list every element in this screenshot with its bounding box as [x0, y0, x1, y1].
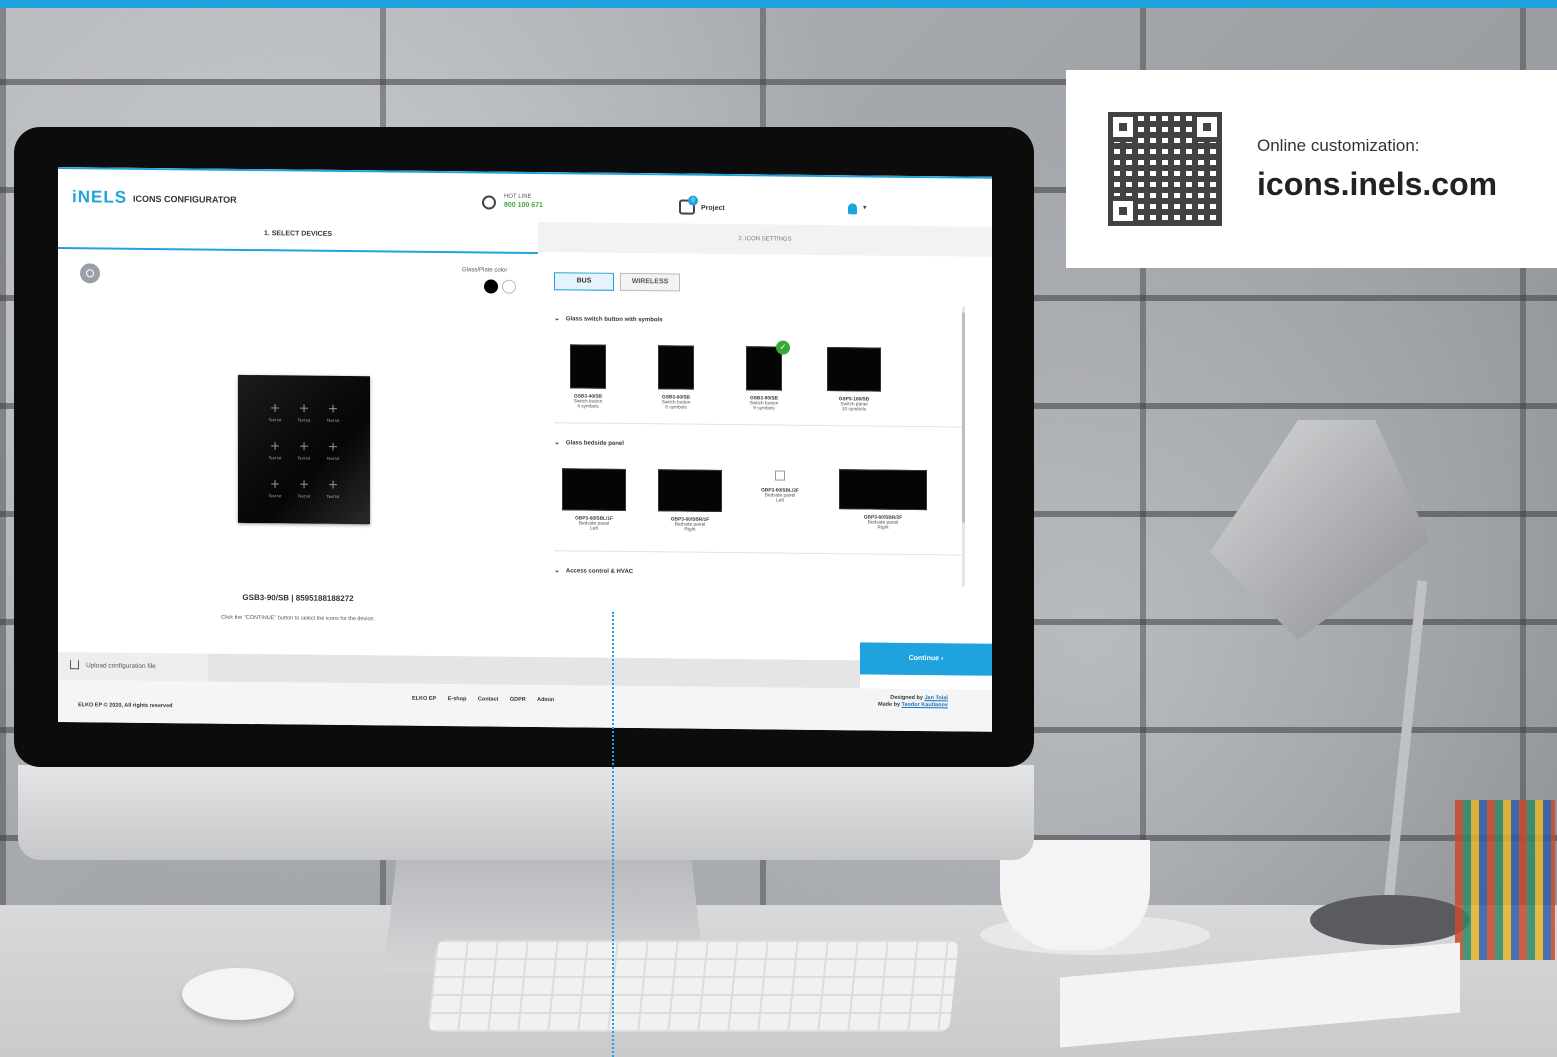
preview-cell[interactable]: + Text txt — [293, 477, 315, 499]
tab-icon-settings[interactable]: 2. ICON SETTINGS — [538, 222, 992, 257]
glass-color-label: Glass/Plate color — [462, 267, 508, 274]
color-swatch-black[interactable] — [484, 279, 498, 294]
continue-button[interactable]: Continue › — [860, 642, 992, 676]
copyright-text: ELKO EP © 2020, All rights reserved — [78, 702, 173, 710]
preview-cell[interactable]: + Text txt — [264, 400, 286, 423]
hotline-number[interactable]: 800 100 671 — [504, 202, 543, 209]
selected-device-id: GSB3-90/SB | 8595188188272 — [242, 592, 354, 604]
device-catalog-panel: BUS WIRELESS ⌄ Glass switch button with s… — [544, 258, 984, 653]
upload-config-button[interactable]: Upload configuration file — [58, 652, 208, 682]
device-card[interactable]: GSP3-100/SB Switch panel 10 symbols — [814, 347, 894, 413]
preview-cell[interactable]: + Text txt — [293, 401, 315, 423]
footer-link-eshop[interactable]: E-shop — [448, 696, 467, 702]
section-divider — [554, 550, 964, 556]
project-label[interactable]: Project — [701, 205, 725, 212]
device-image — [570, 344, 606, 389]
chevron-down-icon[interactable]: ▾ — [863, 203, 867, 211]
footer-link-elko[interactable]: ELKO EP — [412, 696, 436, 702]
project-count-badge: 0 — [688, 195, 698, 206]
chevron-down-icon: ⌄ — [554, 439, 560, 447]
preview-cell[interactable]: + Text txt — [322, 439, 344, 462]
preview-cell[interactable]: + Text txt — [293, 439, 315, 461]
callout-guide-line — [612, 612, 614, 1057]
preview-cell[interactable]: + Text txt — [322, 477, 344, 500]
device-image — [746, 346, 782, 391]
app-title: ICONS CONFIGURATOR — [133, 193, 237, 205]
device-preview: + Text txt + Text txt + Text txt + Text txt … — [238, 374, 370, 525]
chevron-down-icon: ⌄ — [554, 567, 560, 575]
footer-link-contact[interactable]: Contact — [478, 696, 498, 702]
footer-links: ELKO EP E-shop Contact GDPR Admin — [412, 696, 564, 704]
section-header-bedside-panels[interactable]: ⌄ Glass bedside panel — [554, 438, 624, 447]
accent-top-bar — [0, 0, 1557, 8]
promo-url[interactable]: icons.inels.com — [1257, 166, 1497, 203]
section-header-switch-buttons[interactable]: ⌄ Glass switch button with symbols — [554, 314, 663, 323]
device-image — [839, 469, 927, 511]
qr-finder — [1108, 112, 1138, 142]
color-swatch-white[interactable] — [502, 279, 516, 294]
tab-select-devices[interactable]: 1. SELECT DEVICES — [58, 217, 538, 255]
app-screen: iNELS ICONS CONFIGURATOR HOT LINE 800 10… — [58, 167, 992, 732]
preview-cell[interactable]: + Text txt — [264, 438, 286, 461]
continue-hint: Click the "CONTINUE" button to select th… — [221, 614, 375, 623]
section-divider — [554, 422, 964, 428]
camera-icon[interactable] — [80, 263, 100, 284]
tab-wireless[interactable]: WIRELESS — [620, 272, 680, 292]
monitor-chin — [18, 765, 1034, 860]
footer-link-gdpr[interactable]: GDPR — [510, 697, 526, 703]
device-image — [827, 347, 881, 392]
section-header-access-control[interactable]: ⌄ Access control & HVAC — [554, 566, 633, 575]
mouse — [182, 968, 294, 1020]
upload-icon — [70, 660, 79, 670]
developer-link[interactable]: Teodor Kautianov — [902, 702, 948, 708]
phone-icon — [482, 195, 496, 210]
user-icon[interactable] — [848, 203, 857, 215]
preview-cell[interactable]: + Text txt — [322, 401, 344, 424]
desk-lamp-base — [1310, 895, 1470, 945]
qr-finder — [1108, 196, 1138, 226]
scrollbar-thumb[interactable] — [962, 312, 965, 523]
designer-link[interactable]: Jan Tolal — [924, 695, 947, 701]
device-card[interactable]: GSB3-40/SB Switch button 4 symbols — [548, 344, 628, 410]
promo-card: Online customization: icons.inels.com — [1066, 70, 1557, 268]
device-image — [658, 469, 722, 512]
pencil-cup — [1455, 800, 1555, 960]
device-card[interactable]: GBP3-60/SBR/1F Bedside panel Right — [650, 469, 730, 533]
keyboard — [427, 940, 959, 1032]
device-image — [562, 468, 626, 511]
device-card[interactable]: GBP3-60/SBR/2F Bedside panel Right — [828, 469, 938, 531]
qr-finder — [1192, 112, 1222, 142]
chevron-down-icon: ⌄ — [554, 315, 560, 323]
preview-cell[interactable]: + Text txt — [264, 476, 286, 499]
footer-link-admin[interactable]: Admin — [537, 697, 554, 703]
device-preview-panel: Glass/Plate color + Text txt + Text txt + T… — [58, 249, 538, 649]
broken-image-icon — [775, 470, 785, 481]
check-icon: ✓ — [776, 340, 790, 355]
promo-caption: Online customization: — [1257, 136, 1420, 155]
qr-code — [1108, 112, 1222, 226]
device-card[interactable]: GBP3-60/SBL/1F Bedside panel Left — [554, 468, 634, 532]
device-card-selected[interactable]: ✓ GSB3-90/SB Switch button 9 symbols — [724, 340, 804, 412]
credits: Designed by Jan Tolal Made by Teodor Kau… — [878, 694, 948, 709]
tab-bus[interactable]: BUS — [554, 272, 614, 291]
device-image — [658, 345, 694, 390]
inels-logo[interactable]: iNELS — [72, 187, 127, 208]
device-card[interactable]: GBP3-60/SBL/2F Bedside panel Left — [740, 470, 820, 504]
hotline-label: HOT LINE — [504, 193, 532, 200]
device-card[interactable]: GSB3-60/SB Switch button 6 symbols — [636, 345, 716, 411]
